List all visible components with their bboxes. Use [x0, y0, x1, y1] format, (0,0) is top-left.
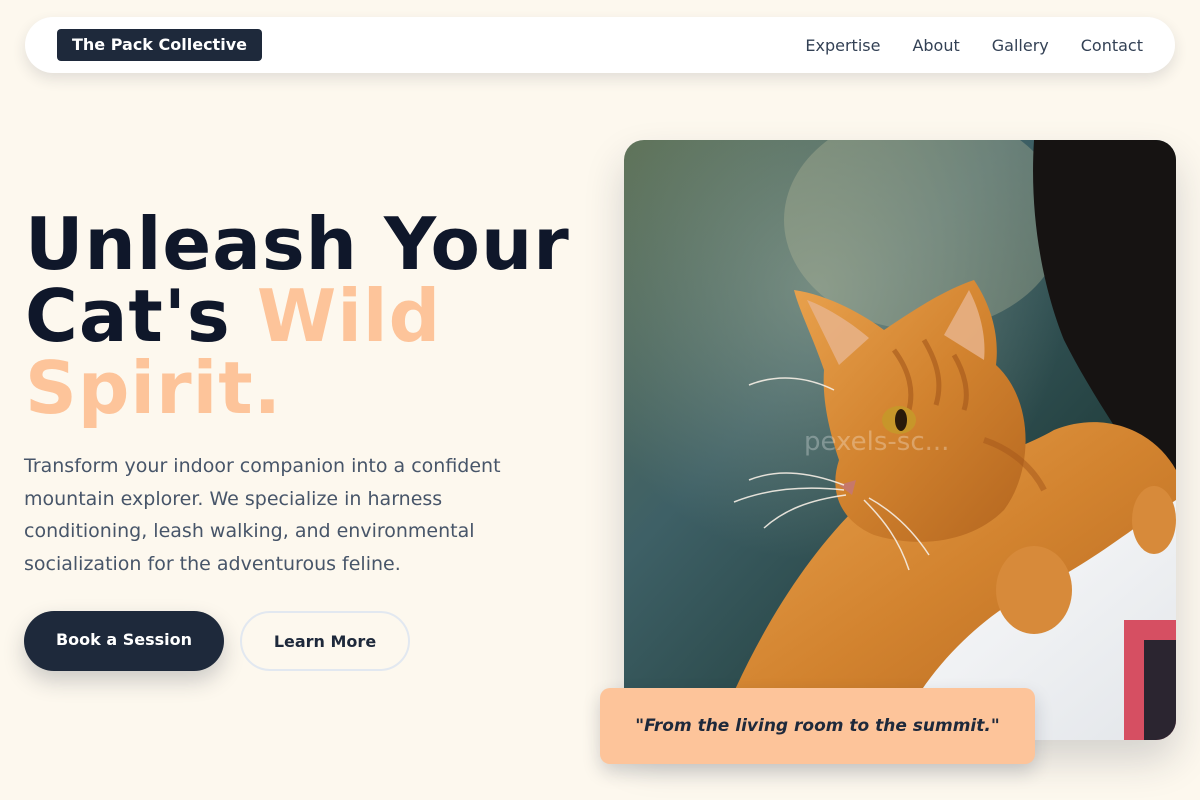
book-session-button[interactable]: Book a Session	[24, 611, 224, 671]
quote-card: "From the living room to the summit."	[600, 688, 1035, 764]
hero-description: Transform your indoor companion into a c…	[24, 455, 501, 575]
cat-photo-illustration: pexels-sc...	[624, 140, 1176, 740]
hero-cat-photo: pexels-sc...	[624, 140, 1176, 740]
brand-logo[interactable]: The Pack Collective	[57, 29, 262, 61]
nav-links: Expertise About Gallery Contact	[805, 36, 1143, 55]
nav-link-gallery[interactable]: Gallery	[992, 36, 1049, 55]
navbar: The Pack Collective Expertise About Gall…	[25, 17, 1175, 73]
learn-more-button[interactable]: Learn More	[240, 611, 410, 671]
nav-link-contact[interactable]: Contact	[1081, 36, 1143, 55]
hero-title-accent-spirit: Spirit.	[25, 346, 283, 430]
quote-text: "From the living room to the summit."	[635, 716, 1000, 736]
hero-title: Unleash Your Cat's Wild Spirit.	[25, 208, 605, 424]
nav-link-about[interactable]: About	[912, 36, 959, 55]
hero-title-accent-wild: Wild	[256, 274, 442, 358]
photo-watermark: pexels-sc...	[804, 427, 949, 457]
nav-link-expertise[interactable]: Expertise	[805, 36, 880, 55]
